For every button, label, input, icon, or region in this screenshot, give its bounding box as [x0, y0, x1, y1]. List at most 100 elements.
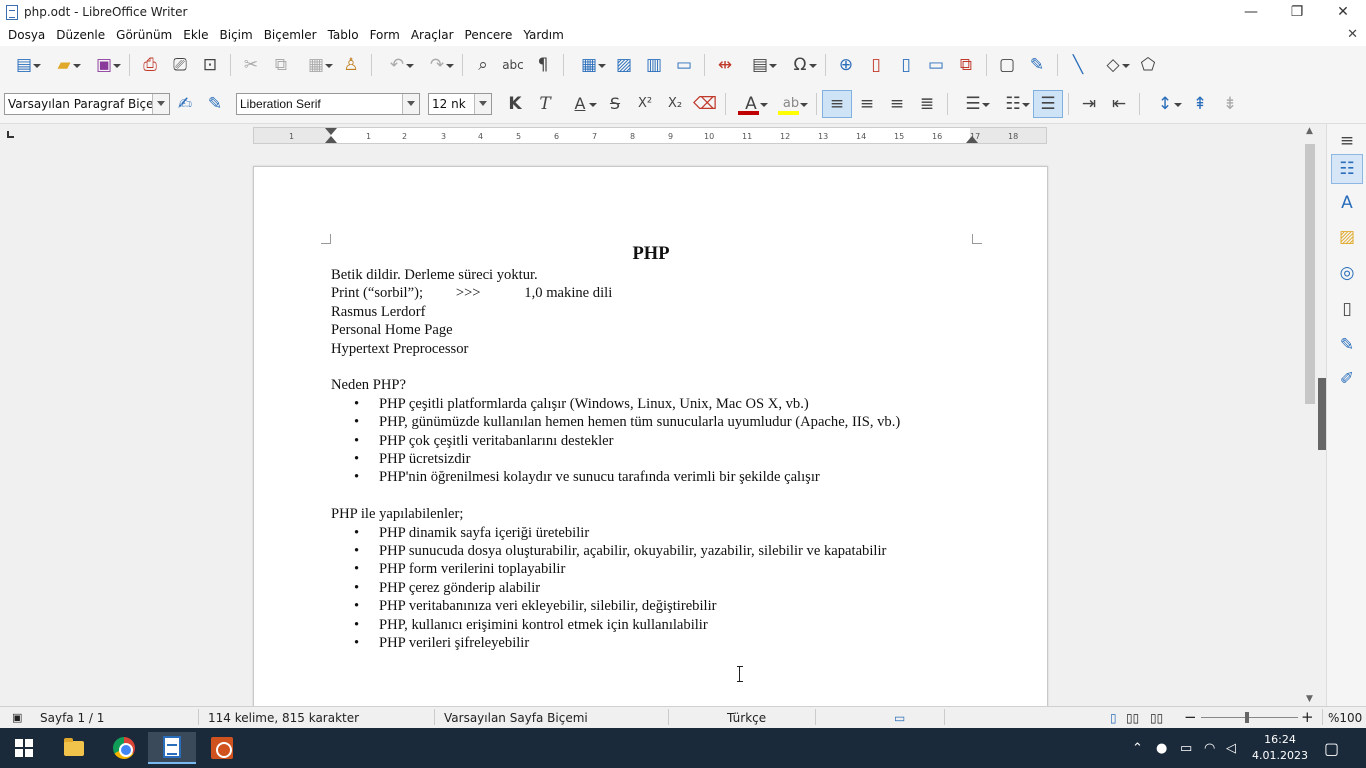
- bookmark-icon[interactable]: ▭: [921, 51, 951, 79]
- new-document-icon[interactable]: ▤: [4, 51, 44, 79]
- taskbar-chrome[interactable]: [100, 732, 148, 764]
- font-size-combo[interactable]: 12 nk: [428, 92, 492, 115]
- properties-icon[interactable]: ☷: [1331, 154, 1363, 184]
- taskbar-impress[interactable]: [198, 732, 246, 764]
- unordered-list-icon[interactable]: ☰: [953, 90, 993, 118]
- page-icon[interactable]: ▯: [1331, 294, 1363, 324]
- footnote-icon[interactable]: ▯: [861, 51, 891, 79]
- first-line-indent-marker[interactable]: [325, 128, 337, 135]
- clone-formatting-icon[interactable]: ♙: [336, 51, 366, 79]
- underline-button[interactable]: A: [560, 90, 600, 118]
- increase-paragraph-spacing-icon[interactable]: ⇞: [1185, 90, 1215, 118]
- decrease-indent-icon[interactable]: ⇤: [1104, 90, 1134, 118]
- open-folder-icon[interactable]: ▰: [44, 51, 84, 79]
- redo-icon[interactable]: ↷: [417, 51, 457, 79]
- insert-chart-icon[interactable]: ▥: [639, 51, 669, 79]
- no-list-icon[interactable]: ☰: [1033, 89, 1063, 118]
- maximize-button[interactable]: ❐: [1274, 0, 1320, 24]
- menu-dosya[interactable]: Dosya: [4, 28, 52, 42]
- align-center-icon[interactable]: ≡: [852, 90, 882, 118]
- formatting-marks-icon[interactable]: ¶: [528, 51, 558, 79]
- horizontal-ruler[interactable]: 1 1 2 3 4 5 6 7 8 9 10 11 12 13 14 15 16…: [253, 127, 1047, 144]
- multi-page-view-icon[interactable]: ▯▯: [1126, 711, 1139, 725]
- sidebar-menu-icon[interactable]: ≡: [1331, 126, 1363, 156]
- save-status-icon[interactable]: ▣: [12, 711, 22, 724]
- single-page-view-icon[interactable]: ▯: [1110, 711, 1117, 725]
- menu-araclar[interactable]: Araçlar: [407, 28, 461, 42]
- menu-bicim[interactable]: Biçim: [216, 28, 260, 42]
- close-window-button[interactable]: ✕: [1320, 0, 1366, 24]
- special-character-icon[interactable]: Ω: [780, 51, 820, 79]
- zoom-out-icon[interactable]: −: [1184, 708, 1197, 726]
- line-icon[interactable]: ╲: [1063, 51, 1093, 79]
- menu-duzenle[interactable]: Düzenle: [52, 28, 112, 42]
- system-clock[interactable]: 16:24 4.01.2023: [1252, 732, 1308, 764]
- menu-ekle[interactable]: Ekle: [179, 28, 215, 42]
- basic-shapes-icon[interactable]: ◇: [1093, 51, 1133, 79]
- menu-pencere[interactable]: Pencere: [461, 28, 520, 42]
- menu-bicemler[interactable]: Biçemler: [260, 28, 324, 42]
- taskbar-writer[interactable]: [148, 732, 196, 764]
- left-indent-marker[interactable]: [325, 136, 337, 143]
- endnote-icon[interactable]: ▯: [891, 51, 921, 79]
- menu-gorunum[interactable]: Görünüm: [112, 28, 179, 42]
- selection-mode-icon[interactable]: ▭: [894, 711, 905, 725]
- document-body[interactable]: PHP Betik dildir. Derleme süreci yoktur.…: [331, 243, 971, 653]
- track-changes-icon[interactable]: ✎: [1022, 51, 1052, 79]
- draw-functions-icon[interactable]: ⬠: [1133, 51, 1163, 79]
- chevron-down-icon[interactable]: [474, 93, 491, 114]
- font-name-combo[interactable]: Liberation Serif: [236, 92, 420, 115]
- spelling-icon[interactable]: abc: [498, 51, 528, 79]
- new-style-icon[interactable]: ✎: [200, 90, 230, 118]
- document-page[interactable]: PHP Betik dildir. Derleme süreci yoktur.…: [253, 166, 1048, 706]
- subscript-button[interactable]: X₂: [660, 90, 690, 118]
- insert-field-icon[interactable]: ▤: [740, 51, 780, 79]
- hyperlink-icon[interactable]: ⊕: [831, 51, 861, 79]
- menu-yardim[interactable]: Yardım: [519, 28, 570, 42]
- microphone-icon[interactable]: ●: [1156, 728, 1167, 768]
- font-color-button[interactable]: A: [731, 90, 771, 118]
- zoom-in-icon[interactable]: +: [1301, 708, 1314, 726]
- align-left-icon[interactable]: ≡: [822, 89, 852, 118]
- find-replace-icon[interactable]: ⌕: [468, 51, 498, 79]
- scrollbar-thumb[interactable]: [1305, 144, 1315, 404]
- scroll-down-icon[interactable]: ▼: [1306, 694, 1313, 704]
- cut-icon[interactable]: ✂: [236, 51, 266, 79]
- save-icon[interactable]: ▣: [84, 51, 124, 79]
- export-pdf-icon[interactable]: ⎙: [135, 51, 165, 79]
- document-canvas[interactable]: PHP Betik dildir. Derleme süreci yoktur.…: [0, 148, 1302, 706]
- start-button[interactable]: [0, 732, 48, 764]
- insert-table-icon[interactable]: ▦: [569, 51, 609, 79]
- comment-icon[interactable]: ▢: [992, 51, 1022, 79]
- align-right-icon[interactable]: ≡: [882, 90, 912, 118]
- word-count[interactable]: 114 kelime, 815 karakter: [208, 711, 359, 725]
- line-spacing-icon[interactable]: ↕: [1145, 90, 1185, 118]
- update-style-icon[interactable]: ✍: [170, 90, 200, 118]
- print-icon[interactable]: ⎚: [165, 51, 195, 79]
- superscript-button[interactable]: X²: [630, 90, 660, 118]
- insert-page-break-icon[interactable]: ⇹: [710, 51, 740, 79]
- navigator-icon[interactable]: ◎: [1331, 258, 1363, 288]
- gallery-icon[interactable]: ▨: [1331, 222, 1363, 252]
- close-document-button[interactable]: ✕: [1347, 27, 1358, 42]
- justify-icon[interactable]: ≣: [912, 90, 942, 118]
- cross-reference-icon[interactable]: ⧉: [951, 51, 981, 79]
- undo-icon[interactable]: ↶: [377, 51, 417, 79]
- vertical-scrollbar[interactable]: ▲ ▼: [1302, 124, 1318, 706]
- manage-changes-icon[interactable]: ✐: [1331, 364, 1363, 394]
- increase-indent-icon[interactable]: ⇥: [1074, 90, 1104, 118]
- sidebar-collapse-handle[interactable]: [1318, 378, 1326, 450]
- tab-type-icon[interactable]: [7, 131, 14, 138]
- insert-image-icon[interactable]: ▨: [609, 51, 639, 79]
- volume-icon[interactable]: ◁: [1226, 728, 1236, 768]
- wifi-icon[interactable]: ◠: [1204, 728, 1215, 768]
- show-hidden-icons-icon[interactable]: ⌃: [1132, 728, 1143, 768]
- decrease-paragraph-spacing-icon[interactable]: ⇟: [1215, 90, 1245, 118]
- menu-form[interactable]: Form: [366, 28, 407, 42]
- notifications-icon[interactable]: ▢: [1324, 728, 1339, 768]
- chevron-down-icon[interactable]: [402, 93, 419, 114]
- zoom-slider-knob[interactable]: [1245, 712, 1249, 723]
- highlight-color-icon[interactable]: ab: [771, 90, 811, 118]
- ordered-list-icon[interactable]: ☷: [993, 90, 1033, 118]
- taskbar-file-explorer[interactable]: [50, 732, 98, 764]
